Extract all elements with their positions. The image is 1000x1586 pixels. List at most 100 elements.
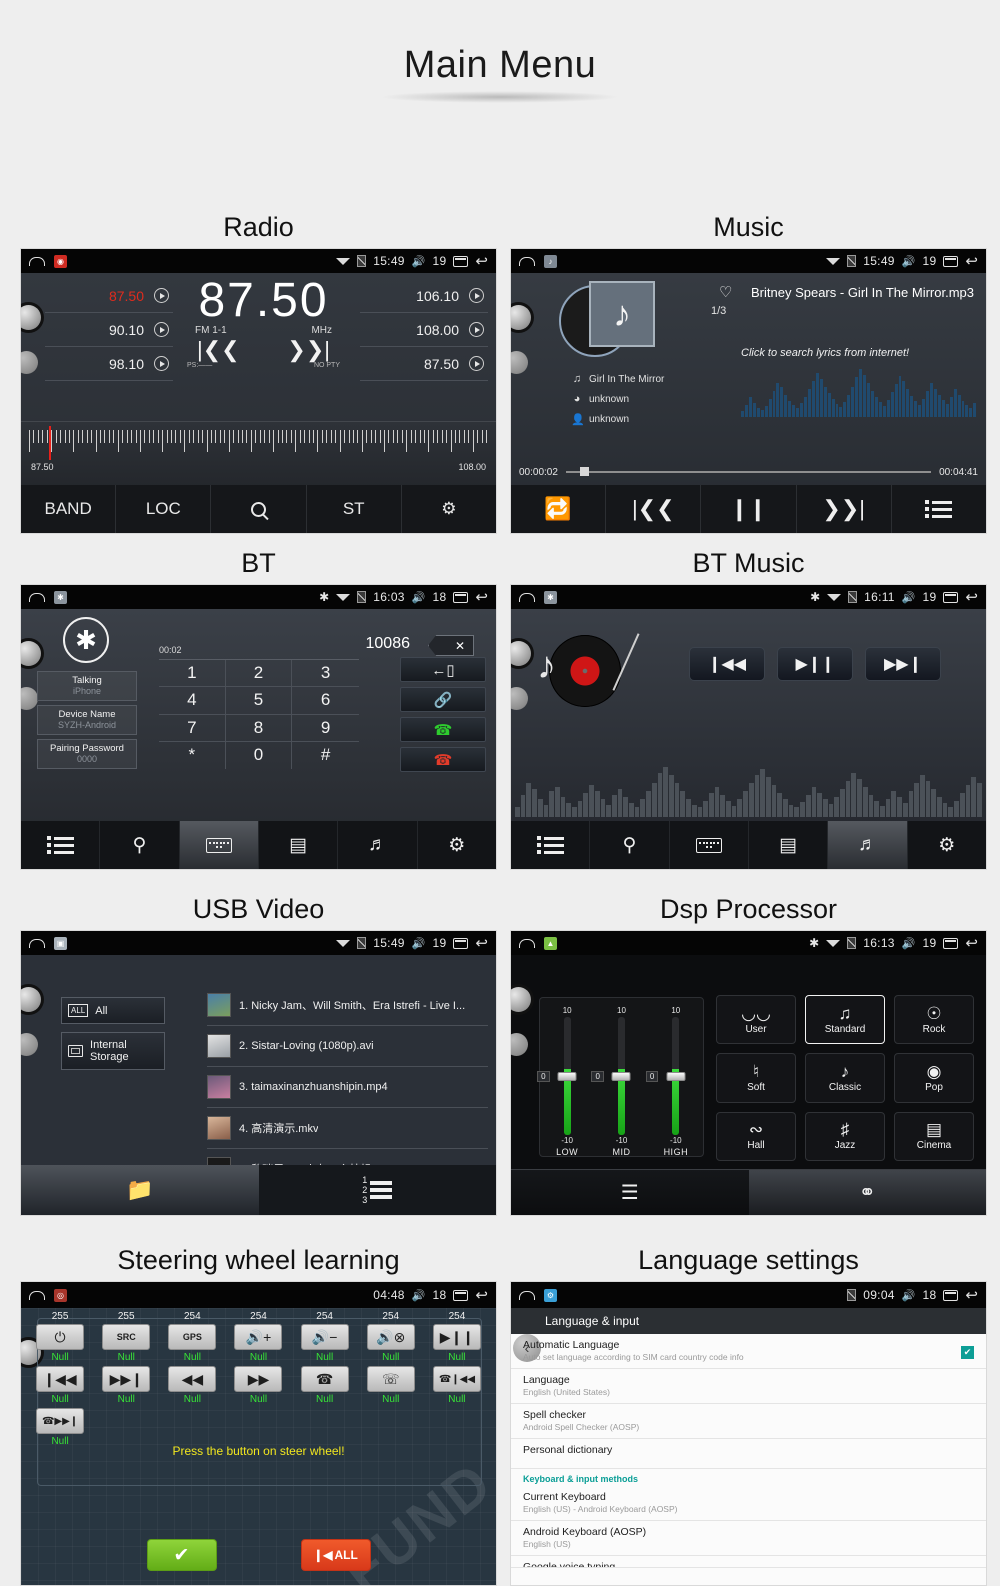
preset-pop-button[interactable]: ◉ Pop [894, 1053, 974, 1103]
eq-slider-mid[interactable]: 10 0 -10 MID [591, 1006, 643, 1157]
folder-button[interactable]: 📁 [21, 1165, 259, 1215]
preset-play-icon[interactable] [469, 288, 484, 303]
tab-contacts[interactable]: ⚲ [100, 821, 180, 869]
link-button[interactable]: 🔗 [400, 687, 486, 712]
tab-keypad[interactable] [179, 821, 259, 869]
tab-settings[interactable]: ⚙ [418, 821, 496, 869]
list-item[interactable]: 4. 高清演示.mkv [207, 1108, 488, 1149]
screen-dsp[interactable]: ▲ ✱ 16:13 🔊 19 ↩ 10 0 -10 LOW 10 0 -10 M… [510, 930, 987, 1216]
preset-item[interactable]: 108.00 [360, 313, 488, 347]
screen-bt-music[interactable]: ✱ ✱ 16:11 🔊 19 ↩ ♪ ❙◀◀ ▶❙❙ ▶▶❙ ⚲ ▤ ♬ ⚙ [510, 584, 987, 870]
knob-upper[interactable] [511, 641, 531, 666]
home-icon[interactable] [519, 592, 535, 602]
playlist-button[interactable]: 123 [258, 1165, 496, 1215]
sw-key-volume-up[interactable]: 254 🔊+ Null [225, 1310, 291, 1366]
knob-lower[interactable] [511, 687, 528, 710]
key-3[interactable]: 3 [292, 660, 359, 688]
key-8[interactable]: 8 [225, 714, 293, 742]
tab-sync[interactable]: ▤ [259, 821, 339, 869]
sw-key-mute[interactable]: 254 🔊⊗ Null [358, 1310, 424, 1366]
play-pause-button[interactable]: ▶❙❙ [777, 647, 853, 681]
key-9[interactable]: 9 [292, 715, 359, 742]
key-5[interactable]: 5 [225, 687, 293, 715]
slider-thumb[interactable] [611, 1072, 631, 1082]
key-1[interactable]: 1 [159, 660, 226, 688]
home-icon[interactable] [519, 1290, 535, 1300]
setting-row-spell-checker[interactable]: Spell checker Android Spell Checker (AOS… [511, 1404, 986, 1439]
preset-item[interactable]: 87.50 [45, 279, 173, 313]
playlist-button[interactable] [892, 485, 986, 533]
tab-contacts[interactable]: ⚲ [590, 821, 670, 869]
tuning-dial[interactable]: 87.50 108.00 [21, 421, 496, 487]
eq-slider-low[interactable]: 10 0 -10 LOW [537, 1006, 589, 1157]
home-icon[interactable] [519, 938, 535, 948]
preset-soft-button[interactable]: ♮ Soft [716, 1053, 796, 1103]
key-star[interactable]: * [159, 741, 226, 769]
sw-key-call[interactable]: ☎ Null [292, 1366, 358, 1408]
back-icon[interactable]: ↩ [475, 254, 488, 269]
tab-list[interactable] [21, 821, 101, 869]
reset-all-button[interactable]: ❙◀ ALL [300, 1539, 371, 1571]
previous-button[interactable]: ❙◀◀ [689, 647, 765, 681]
setting-row-automatic-language[interactable]: Automatic Language Auto set language acc… [511, 1334, 986, 1369]
key-4[interactable]: 4 [159, 687, 226, 715]
list-item[interactable]: 3. taimaxinanzhuanshipin.mp4 [207, 1067, 488, 1108]
screen-music[interactable]: ♪ 15:49 🔊 19 ↩ ♪ ♡ Britney Spears - Girl… [510, 248, 987, 534]
transfer-call-button[interactable]: ←▯ [400, 657, 486, 682]
setting-row-google-voice-typing[interactable]: Google voice typing [511, 1556, 986, 1568]
lyrics-hint[interactable]: Click to search lyrics from internet! [741, 347, 909, 359]
key-7[interactable]: 7 [159, 714, 226, 742]
sw-key-play-pause[interactable]: 254 ▶❙❙ Null [424, 1310, 490, 1366]
screen-steering[interactable]: ◎ 04:48 🔊 18 ↩ FUND 255 ⏻ Null 255 SRC N… [20, 1281, 497, 1586]
preset-standard-button[interactable]: ♫ Standard [805, 995, 885, 1045]
slider-thumb[interactable] [557, 1072, 577, 1082]
tab-keypad[interactable] [670, 821, 749, 869]
sw-key-rewind[interactable]: ◀◀ Null [159, 1366, 225, 1408]
checkbox-automatic-language[interactable]: ✔ [961, 1346, 974, 1359]
recents-icon[interactable] [453, 937, 469, 949]
screen-usb-video[interactable]: ▣ 15:49 🔊 19 ↩ ALL All Internal Storage … [20, 930, 497, 1216]
next-button[interactable]: ▶▶❙ [865, 647, 941, 681]
setting-row-language[interactable]: Language English (United States) [511, 1369, 986, 1404]
setting-row-current-keyboard[interactable]: Current Keyboard English (US) - Android … [511, 1486, 986, 1521]
settings-button[interactable]: ⚙ [402, 485, 496, 533]
equalizer-tab[interactable]: ☰ [511, 1170, 749, 1215]
home-icon[interactable] [29, 938, 45, 948]
tab-sync[interactable]: ▤ [749, 821, 829, 869]
home-icon[interactable] [29, 592, 45, 602]
recents-icon[interactable] [943, 591, 959, 603]
progress-bar[interactable] [565, 467, 932, 476]
list-item[interactable]: 1. Nicky Jam、Will Smith、Era Istrefi - Li… [207, 985, 488, 1026]
slider-thumb[interactable] [666, 1072, 686, 1082]
recents-icon[interactable] [453, 255, 469, 267]
preset-jazz-button[interactable]: ♯ Jazz [805, 1111, 885, 1161]
key-6[interactable]: 6 [292, 687, 359, 715]
sw-key-power[interactable]: 255 ⏻ Null [27, 1310, 93, 1366]
tab-settings[interactable]: ⚙ [908, 821, 986, 869]
playback-progress[interactable]: 00:00:02 00:04:41 [511, 459, 986, 485]
preset-user-button[interactable]: ◡◡ User [716, 995, 796, 1045]
search-button[interactable] [211, 485, 307, 533]
setting-row-personal-dictionary[interactable]: Personal dictionary [511, 1439, 986, 1469]
preset-rock-button[interactable]: ☉ Rock [894, 995, 974, 1045]
recents-icon[interactable] [453, 591, 469, 603]
recents-icon[interactable] [943, 255, 959, 267]
preset-play-icon[interactable] [469, 356, 484, 371]
home-icon[interactable] [519, 256, 535, 266]
screen-radio[interactable]: ◉ 15:49 🔊 19 ↩ 87.50 90.10 98.10 87.50 F… [20, 248, 497, 534]
sw-key-src[interactable]: 255 SRC Null [93, 1310, 159, 1366]
preset-item[interactable]: 87.50 [360, 347, 488, 381]
home-icon[interactable] [29, 256, 45, 266]
eq-slider-high[interactable]: 10 0 -10 HIGH [645, 1006, 698, 1157]
recents-icon[interactable] [943, 937, 959, 949]
back-icon[interactable]: ↩ [965, 254, 978, 269]
key-0[interactable]: 0 [226, 741, 293, 769]
key-2[interactable]: 2 [225, 660, 293, 688]
preset-classic-button[interactable]: ♪ Classic [805, 1053, 885, 1103]
list-item[interactable]: 2. Sistar-Loving (1080p).avi [207, 1026, 488, 1067]
progress-handle[interactable] [579, 467, 589, 476]
screen-language[interactable]: ⚙ 09:04 🔊 18 ↩ Language & input ‹ Automa… [510, 1281, 987, 1586]
preset-cinema-button[interactable]: ▤ Cinema [894, 1111, 974, 1161]
screen-bt[interactable]: ✱ ✱ 16:03 🔊 18 ↩ ✱ Talking iPhone Device… [20, 584, 497, 870]
sw-key-next-track[interactable]: ▶▶❙ Null [93, 1366, 159, 1408]
